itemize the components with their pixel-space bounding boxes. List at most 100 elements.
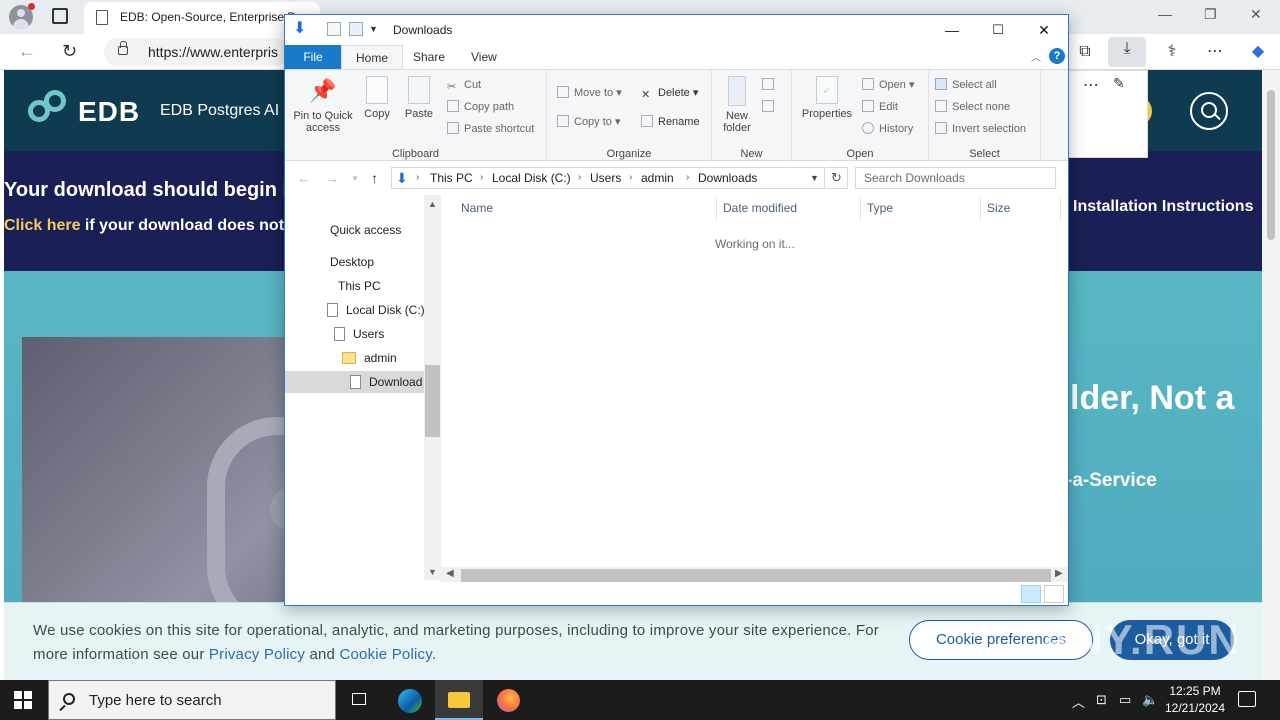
- qat-customize-icon[interactable]: ▼: [369, 22, 383, 36]
- scroll-up-icon[interactable]: ▲: [424, 199, 441, 209]
- volume-icon[interactable]: 🔈: [1142, 692, 1158, 708]
- new-item-icon[interactable]: [762, 78, 779, 92]
- column-type[interactable]: Type: [867, 201, 893, 215]
- cookie-policy-link[interactable]: Cookie Policy: [339, 646, 431, 663]
- taskbar-search[interactable]: Type here to search: [48, 680, 336, 720]
- taskbar-clock[interactable]: 12:25 PM 12/21/2024: [1160, 683, 1230, 717]
- task-view-icon[interactable]: [336, 680, 384, 720]
- explorer-forward-icon[interactable]: →: [325, 170, 339, 186]
- network-icon[interactable]: ▭: [1119, 692, 1131, 708]
- crumb-downloads[interactable]: Downloads: [698, 168, 757, 188]
- click-here-link[interactable]: Click here: [4, 217, 80, 234]
- properties-button[interactable]: ✓ Properties: [800, 76, 854, 120]
- downloads-button[interactable]: ⤓: [1108, 37, 1146, 67]
- explorer-maximize-button[interactable]: ☐: [975, 19, 1021, 41]
- details-view-icon[interactable]: [1021, 585, 1041, 603]
- browser-close-button[interactable]: ✕: [1250, 6, 1262, 23]
- copilot-icon[interactable]: ◆: [1246, 40, 1270, 64]
- new-folder-qat-icon[interactable]: [349, 22, 363, 36]
- rename-button[interactable]: Rename: [641, 115, 700, 129]
- extensions-icon[interactable]: ⚕: [1160, 40, 1184, 64]
- edb-logo-text[interactable]: EDB: [78, 96, 140, 128]
- ribbon-collapse-icon[interactable]: ︿: [1031, 49, 1041, 64]
- site-search-icon[interactable]: [1190, 92, 1228, 130]
- crumb-this-pc[interactable]: This PC: [430, 168, 473, 188]
- select-none-button[interactable]: Select none: [935, 100, 1010, 114]
- refresh-icon[interactable]: ↻: [62, 42, 77, 60]
- column-name[interactable]: Name: [461, 201, 493, 215]
- copy-path-button[interactable]: Copy path: [447, 100, 514, 114]
- properties-qat-icon[interactable]: [327, 22, 341, 36]
- move-to-button[interactable]: Move to ▾: [557, 86, 622, 100]
- breadcrumb[interactable]: ⬇ › This PC › Local Disk (C:) › Users › …: [391, 167, 825, 189]
- navpane-scroll-thumb[interactable]: [425, 365, 440, 437]
- paste-shortcut-button[interactable]: Paste shortcut: [447, 122, 534, 136]
- tray-device-icon[interactable]: ⊡: [1096, 692, 1107, 708]
- history-button[interactable]: History: [862, 122, 913, 136]
- popup-pin-icon[interactable]: ✎: [1113, 75, 1125, 92]
- tab-actions-icon[interactable]: [52, 8, 68, 24]
- edit-button[interactable]: Edit: [862, 100, 898, 114]
- nav-admin[interactable]: admin: [285, 347, 424, 369]
- delete-button[interactable]: ✕ Delete ▾: [641, 86, 698, 101]
- open-button[interactable]: Open ▾: [862, 78, 915, 92]
- tab-home[interactable]: Home: [341, 45, 404, 69]
- nav-users[interactable]: Users: [285, 323, 424, 345]
- paste-button[interactable]: Paste: [401, 76, 437, 120]
- tab-view[interactable]: View: [457, 45, 511, 69]
- tab-file[interactable]: File: [285, 45, 341, 69]
- browser-restore-button[interactable]: ❐: [1204, 6, 1217, 23]
- scroll-left-icon[interactable]: ◀: [446, 568, 454, 579]
- cut-button[interactable]: ✂ Cut: [447, 78, 481, 93]
- easy-access-icon[interactable]: [762, 100, 779, 114]
- download-subtitle: Click here if your download does not st: [4, 217, 303, 235]
- hscroll-thumb[interactable]: [461, 569, 1051, 582]
- pin-quick-access-button[interactable]: 📌 Pin to Quick access: [291, 76, 355, 134]
- page-scrollbar[interactable]: [1262, 70, 1280, 680]
- explorer-back-icon[interactable]: ←: [297, 170, 311, 186]
- split-screen-icon[interactable]: ⧉: [1073, 40, 1097, 64]
- file-explorer-icon[interactable]: [435, 680, 483, 720]
- nav-desktop[interactable]: Desktop: [285, 251, 424, 273]
- windows-start-icon[interactable]: [14, 691, 32, 709]
- firefox-icon[interactable]: [484, 680, 532, 720]
- address-dropdown-icon[interactable]: ▼: [810, 168, 819, 188]
- new-folder-button[interactable]: New folder: [716, 76, 758, 134]
- back-icon[interactable]: ←: [18, 42, 36, 60]
- tray-overflow-icon[interactable]: ︿: [1072, 692, 1085, 711]
- nav-local-disk[interactable]: Local Disk (C:): [285, 299, 424, 321]
- browser-minimize-button[interactable]: —: [1158, 6, 1172, 22]
- notifications-icon[interactable]: [1238, 691, 1256, 707]
- nav-this-pc[interactable]: This PC: [285, 275, 424, 297]
- privacy-policy-link[interactable]: Privacy Policy: [209, 646, 305, 663]
- explorer-search-input[interactable]: Search Downloads: [855, 167, 1056, 189]
- help-icon[interactable]: ?: [1049, 48, 1065, 64]
- edge-icon[interactable]: [386, 680, 434, 720]
- crumb-local-disk[interactable]: Local Disk (C:): [492, 168, 571, 188]
- tab-share[interactable]: Share: [399, 45, 459, 69]
- invert-selection-button[interactable]: Invert selection: [935, 122, 1026, 136]
- column-size[interactable]: Size: [987, 201, 1010, 215]
- recent-locations-icon[interactable]: ▼: [351, 174, 359, 183]
- select-all-button[interactable]: Select all: [935, 78, 997, 92]
- popup-more-icon[interactable]: ⋯: [1083, 75, 1099, 95]
- nav-downloads[interactable]: Download: [285, 371, 424, 393]
- nav-quick-access[interactable]: Quick access: [285, 219, 424, 241]
- copy-to-button[interactable]: Copy to ▾: [557, 115, 621, 129]
- nav-edb-postgres-ai[interactable]: EDB Postgres AI: [160, 102, 279, 120]
- more-options-icon[interactable]: ⋯: [1203, 40, 1227, 64]
- column-date-modified[interactable]: Date modified: [723, 201, 797, 215]
- installation-instructions-link[interactable]: Installation Instructions: [1073, 198, 1253, 216]
- crumb-users[interactable]: Users: [590, 168, 621, 188]
- scroll-right-icon[interactable]: ▶: [1055, 568, 1063, 579]
- navpane-scrollbar[interactable]: ▲ ▼: [424, 195, 441, 580]
- large-icons-view-icon[interactable]: [1044, 585, 1064, 603]
- crumb-admin[interactable]: admin: [641, 168, 674, 188]
- explorer-refresh-icon[interactable]: ↻: [826, 167, 848, 189]
- explorer-minimize-icon[interactable]: —: [929, 19, 975, 41]
- copy-button[interactable]: Copy: [359, 76, 395, 120]
- explorer-close-button[interactable]: ✕: [1021, 19, 1067, 41]
- scroll-down-icon[interactable]: ▼: [424, 567, 441, 577]
- up-icon[interactable]: ↑: [371, 170, 378, 186]
- address-bar[interactable]: https://www.enterpris: [104, 38, 290, 66]
